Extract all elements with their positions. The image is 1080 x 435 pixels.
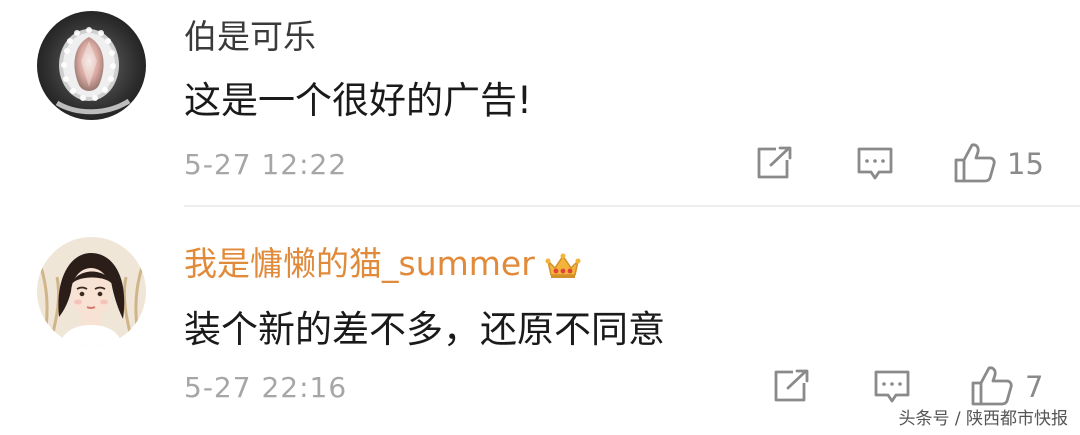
crown-icon (545, 253, 581, 278)
username[interactable]: 我是慵懒的猫_summer (184, 237, 581, 285)
share-icon[interactable] (773, 369, 811, 403)
girl-avatar-icon (37, 237, 146, 346)
comment-item: 我是慵懒的猫_summer 装个新的差不多，还原不同意 5-27 22:16 7 (0, 215, 1080, 435)
like-count: 15 (1007, 147, 1044, 181)
avatar[interactable] (37, 11, 146, 120)
comment-text: 这是一个很好的广告! (184, 79, 532, 122)
comment-icon[interactable] (873, 369, 911, 405)
comment-text: 装个新的差不多，还原不同意 (184, 308, 665, 351)
comment-item: 伯是可乐 这是一个很好的广告! 5-27 12:22 15 (0, 0, 1080, 207)
timestamp: 5-27 22:16 (184, 371, 348, 404)
timestamp: 5-27 12:22 (184, 148, 348, 181)
like-count: 7 (1025, 370, 1044, 404)
avatar[interactable] (37, 237, 146, 346)
thumbs-up-icon[interactable] (970, 365, 1014, 407)
watermark: 头条号 / 陕西都市快报 (898, 409, 1068, 429)
comment-icon[interactable] (856, 146, 894, 182)
diamond-ring-icon (37, 11, 146, 120)
thumbs-up-icon[interactable] (953, 142, 997, 184)
username[interactable]: 伯是可乐 (184, 10, 316, 58)
divider (184, 205, 1080, 207)
username-label: 我是慵懒的猫_summer (184, 244, 535, 283)
share-icon[interactable] (756, 146, 794, 180)
